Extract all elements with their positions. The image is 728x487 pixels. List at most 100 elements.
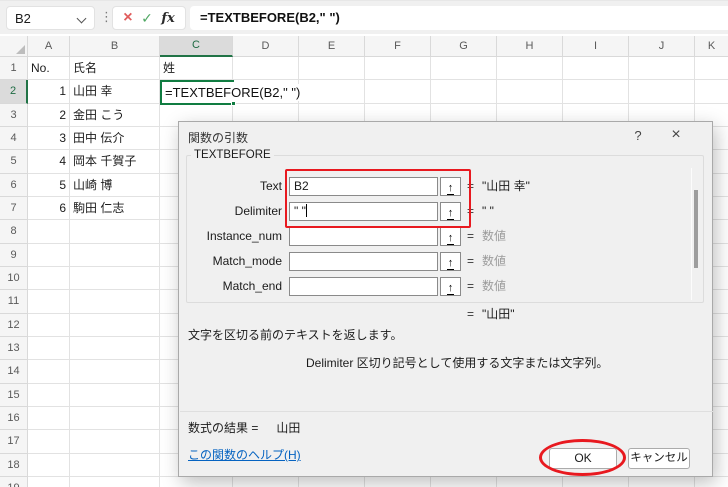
function-help-link[interactable]: この関数のヘルプ(H) [188, 446, 301, 463]
formula-input[interactable]: =TEXTBEFORE(B2," ") [190, 6, 728, 30]
cell-A4[interactable]: 3 [28, 126, 70, 151]
cell-B4[interactable]: 田中 伝介 [70, 126, 160, 151]
cell-A19[interactable] [28, 476, 70, 487]
cell-A12[interactable] [28, 313, 70, 337]
cell-K2[interactable] [695, 80, 728, 104]
cell-A6[interactable]: 5 [28, 173, 70, 197]
active-cell-c2[interactable]: =TEXTBEFORE(B2," ") [160, 80, 306, 106]
row-header-13[interactable]: 13 [0, 336, 28, 361]
cell-A7[interactable]: 6 [28, 196, 70, 221]
cancel-button[interactable]: キャンセル [628, 448, 690, 469]
cell-F2[interactable] [365, 80, 431, 104]
row-header-5[interactable]: 5 [0, 150, 28, 174]
cell-B5[interactable]: 岡本 千賀子 [70, 150, 160, 174]
cell-D19[interactable] [233, 476, 299, 487]
cell-A3[interactable]: 2 [28, 103, 70, 127]
cell-J1[interactable] [629, 57, 695, 81]
row-header-12[interactable]: 12 [0, 313, 28, 337]
cell-B8[interactable] [70, 220, 160, 244]
cell-F1[interactable] [365, 57, 431, 81]
cell-H19[interactable] [497, 476, 563, 487]
column-header-D[interactable]: D [233, 36, 299, 57]
cell-C19[interactable] [160, 476, 233, 487]
cell-B9[interactable] [70, 243, 160, 267]
column-header-B[interactable]: B [70, 36, 160, 57]
row-header-14[interactable]: 14 [0, 360, 28, 384]
cell-B19[interactable] [70, 476, 160, 487]
row-header-7[interactable]: 7 [0, 196, 28, 221]
select-all-corner[interactable] [0, 36, 28, 57]
cell-A2[interactable]: 1 [28, 80, 70, 104]
cancel-icon[interactable]: × [123, 10, 132, 26]
cell-A10[interactable] [28, 266, 70, 291]
cell-B1[interactable]: 氏名 [70, 57, 160, 81]
column-header-K[interactable]: K [695, 36, 728, 57]
cell-A18[interactable] [28, 453, 70, 477]
cell-B17[interactable] [70, 430, 160, 454]
column-header-J[interactable]: J [629, 36, 695, 57]
row-header-19[interactable]: 19 [0, 476, 28, 487]
column-header-C[interactable]: C [160, 36, 233, 57]
match-end-field[interactable] [289, 277, 438, 296]
cell-B11[interactable] [70, 290, 160, 314]
cell-I19[interactable] [563, 476, 629, 487]
row-header-9[interactable]: 9 [0, 243, 28, 267]
enter-icon[interactable]: ✓ [141, 11, 153, 25]
column-header-I[interactable]: I [563, 36, 629, 57]
cell-C1[interactable]: 姓 [160, 57, 233, 81]
cell-I1[interactable] [563, 57, 629, 81]
row-header-2[interactable]: 2 [0, 80, 28, 104]
row-header-17[interactable]: 17 [0, 430, 28, 454]
close-icon[interactable]: × [663, 124, 689, 146]
instance-num-field[interactable] [289, 227, 438, 246]
cell-B18[interactable] [70, 453, 160, 477]
fill-handle[interactable] [231, 101, 236, 106]
cell-A13[interactable] [28, 336, 70, 361]
cell-B16[interactable] [70, 406, 160, 431]
cell-H2[interactable] [497, 80, 563, 104]
cell-B13[interactable] [70, 336, 160, 361]
help-icon[interactable]: ? [627, 125, 649, 147]
chevron-down-icon[interactable] [76, 13, 87, 24]
row-header-11[interactable]: 11 [0, 290, 28, 314]
column-header-G[interactable]: G [431, 36, 497, 57]
row-header-10[interactable]: 10 [0, 266, 28, 291]
cell-B6[interactable]: 山崎 博 [70, 173, 160, 197]
cell-J2[interactable] [629, 80, 695, 104]
cell-A15[interactable] [28, 383, 70, 407]
row-header-4[interactable]: 4 [0, 126, 28, 151]
cell-B15[interactable] [70, 383, 160, 407]
cell-A1[interactable]: No. [28, 57, 70, 81]
cell-B12[interactable] [70, 313, 160, 337]
cell-J19[interactable] [629, 476, 695, 487]
cell-A5[interactable]: 4 [28, 150, 70, 174]
match-mode-field[interactable] [289, 252, 438, 271]
column-header-F[interactable]: F [365, 36, 431, 57]
cell-B7[interactable]: 駒田 仁志 [70, 196, 160, 221]
insert-function-icon[interactable]: fx [161, 12, 174, 25]
cell-E2[interactable] [299, 80, 365, 104]
cell-G2[interactable] [431, 80, 497, 104]
cell-G1[interactable] [431, 57, 497, 81]
column-header-A[interactable]: A [28, 36, 70, 57]
cell-I2[interactable] [563, 80, 629, 104]
cell-B3[interactable]: 金田 こう [70, 103, 160, 127]
cell-B10[interactable] [70, 266, 160, 291]
cell-E19[interactable] [299, 476, 365, 487]
cell-K1[interactable] [695, 57, 728, 81]
name-box[interactable]: B2 [6, 6, 95, 30]
row-header-6[interactable]: 6 [0, 173, 28, 197]
cell-A11[interactable] [28, 290, 70, 314]
arguments-scrollbar-thumb[interactable] [694, 190, 698, 268]
row-header-16[interactable]: 16 [0, 406, 28, 431]
row-header-15[interactable]: 15 [0, 383, 28, 407]
cell-E1[interactable] [299, 57, 365, 81]
cell-F19[interactable] [365, 476, 431, 487]
cell-D1[interactable] [233, 57, 299, 81]
cell-B14[interactable] [70, 360, 160, 384]
row-header-3[interactable]: 3 [0, 103, 28, 127]
row-header-18[interactable]: 18 [0, 453, 28, 477]
cell-A9[interactable] [28, 243, 70, 267]
cell-A17[interactable] [28, 430, 70, 454]
column-header-H[interactable]: H [497, 36, 563, 57]
